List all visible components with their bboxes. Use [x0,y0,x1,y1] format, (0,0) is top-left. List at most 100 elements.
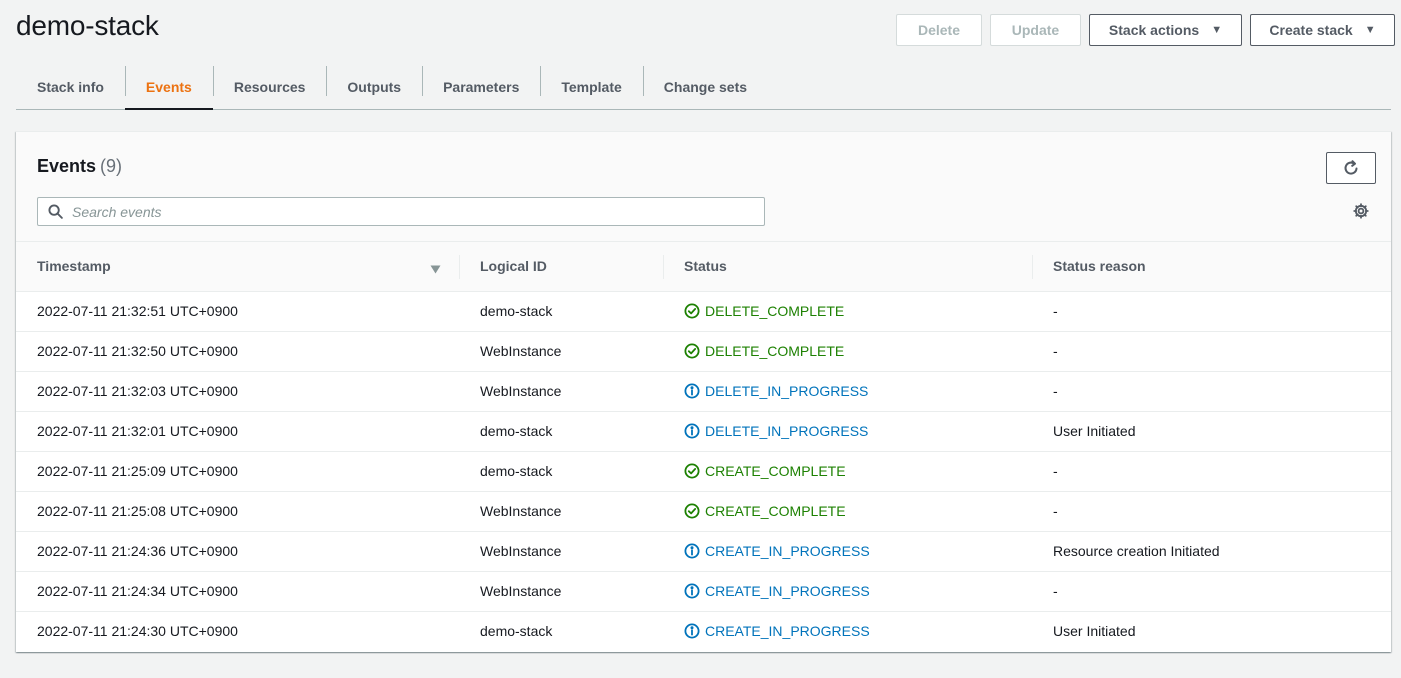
table-row: 2022-07-11 21:32:01 UTC+0900 demo-stack DE… [16,411,1391,452]
page-title: demo-stack [16,10,159,41]
status-text: CREATE_IN_PROGRESS [705,623,870,640]
info-circle-icon [684,623,700,639]
search-input[interactable] [72,203,732,220]
tab-outputs[interactable]: Outputs [326,64,422,109]
logical-id-cell: WebInstance [459,531,663,572]
status-text: DELETE_IN_PROGRESS [705,383,869,399]
tab-resources[interactable]: Resources [212,64,327,109]
status-badge: CREATE_IN_PROGRESS [684,543,1011,559]
logical-id-cell: WebInstance [459,571,663,612]
timestamp-cell: 2022-07-11 21:32:01 UTC+0900 [16,411,459,452]
table-row: 2022-07-11 21:24:30 UTC+0900 demo-stack CR… [16,611,1391,651]
status-badge: CREATE_IN_PROGRESS [684,623,1011,639]
tab-stack-info[interactable]: Stack info [16,64,125,109]
timestamp-cell: 2022-07-11 21:32:03 UTC+0900 [16,371,459,412]
tab-events[interactable]: Events [124,64,213,110]
delete-button[interactable]: Delete [896,14,982,46]
status-text: DELETE_COMPLETE [705,303,845,319]
column-header-status[interactable]: Status [663,242,1032,292]
tab-template[interactable]: Template [540,64,642,109]
status-reason-cell: Resource creation Initiated [1032,531,1391,572]
status-cell: CREATE_COMPLETE [663,491,1032,532]
status-text: DELETE_IN_PROGRESS [705,423,869,439]
create-stack-label: Create stack [1269,22,1353,38]
timestamp-cell: 2022-07-11 21:24:34 UTC+0900 [16,571,459,612]
status-text: CREATE_COMPLETE [705,463,846,479]
table-row: 2022-07-11 21:24:34 UTC+0900 WebInstance C… [16,571,1391,612]
table-header-row: Timestamp Logical ID Status Status reaso… [16,242,1391,292]
timestamp-cell: 2022-07-11 21:24:30 UTC+0900 [37,623,238,640]
status-badge: DELETE_IN_PROGRESS [684,383,1011,399]
gear-icon[interactable] [1353,203,1369,219]
timestamp-cell: 2022-07-11 21:32:51 UTC+0900 [16,291,459,332]
search-icon [48,204,63,219]
logical-id-cell: WebInstance [459,331,663,372]
table-row: 2022-07-11 21:25:09 UTC+0900 demo-stack CR… [16,451,1391,492]
events-panel: Events (9) Search events Timestamp Logic… [16,131,1391,652]
table-row: 2022-07-11 21:25:08 UTC+0900 WebInstance C… [16,491,1391,532]
status-cell: DELETE_COMPLETE [663,291,1032,332]
events-title: Events (9) [37,156,122,177]
column-header-label: Timestamp [37,258,111,275]
info-circle-icon [684,543,700,559]
check-circle-icon [684,343,700,359]
table-row: 2022-07-11 21:32:50 UTC+0900 WebInstance D… [16,331,1391,372]
timestamp-cell: 2022-07-11 21:25:08 UTC+0900 [16,491,459,532]
status-cell: CREATE_COMPLETE [663,451,1032,492]
logical-id-cell: demo-stack [459,411,663,452]
create-stack-button[interactable]: Create stack ▼ [1250,14,1395,46]
status-badge: CREATE_COMPLETE [684,503,1011,519]
status-badge: CREATE_IN_PROGRESS [684,583,1011,599]
info-circle-icon [684,423,700,439]
status-cell: DELETE_COMPLETE [663,331,1032,372]
caret-down-icon: ▼ [1211,24,1223,36]
status-badge: DELETE_COMPLETE [684,343,1011,359]
tab-change-sets[interactable]: Change sets [642,64,768,109]
table-row: 2022-07-11 21:32:51 UTC+0900 demo-stack DE… [16,291,1391,332]
status-badge: CREATE_COMPLETE [684,463,1011,479]
refresh-button[interactable] [1326,152,1376,184]
events-panel-header: Events (9) [16,132,1391,242]
caret-down-icon: ▼ [1364,24,1376,36]
status-cell: DELETE_IN_PROGRESS [663,411,1032,452]
status-reason-cell: - [1032,491,1391,532]
status-text: CREATE_COMPLETE [705,503,846,519]
table-row: 2022-07-11 21:32:03 UTC+0900 WebInstance D… [16,371,1391,412]
column-header-status-reason[interactable]: Status reason [1032,242,1391,292]
info-circle-icon [684,383,700,399]
stack-actions-label: Stack actions [1108,22,1200,38]
check-circle-icon [684,303,700,319]
status-reason-cell: - [1032,571,1391,612]
check-circle-icon [684,503,700,519]
logical-id-cell: demo-stack [459,291,663,332]
logical-id-cell: demo-stack [459,451,663,492]
status-text: DELETE_COMPLETE [705,343,845,359]
status-reason-cell: - [1032,371,1391,412]
status-badge: DELETE_IN_PROGRESS [684,423,1011,439]
update-button[interactable]: Update [990,14,1081,46]
search-field[interactable] [37,197,765,226]
timestamp-cell: 2022-07-11 21:32:50 UTC+0900 [16,331,459,372]
check-circle-icon [684,463,700,479]
status-cell: CREATE_IN_PROGRESS [663,611,1032,651]
events-table-body: 2022-07-11 21:32:51 UTC+0900 demo-stack DE… [16,291,1391,651]
timestamp-cell: 2022-07-11 21:25:09 UTC+0900 [16,451,459,492]
status-cell: CREATE_IN_PROGRESS [663,531,1032,572]
column-header-timestamp[interactable]: Timestamp [16,242,459,292]
status-cell: DELETE_IN_PROGRESS [663,371,1032,412]
status-reason-cell: - [1032,451,1391,492]
tab-parameters[interactable]: Parameters [422,64,540,109]
info-circle-icon [684,583,700,599]
status-badge: DELETE_COMPLETE [684,303,1011,319]
column-header-logical-id[interactable]: Logical ID [459,242,663,292]
tab-bar: Stack info Events Resources Outputs Para… [16,64,1391,110]
logical-id-cell: demo-stack [480,623,553,640]
header-actions: Delete Update Stack actions ▼ Create sta… [896,14,1395,46]
stack-actions-button[interactable]: Stack actions ▼ [1089,14,1242,46]
sort-down-icon[interactable] [430,261,441,277]
timestamp-cell: 2022-07-11 21:24:36 UTC+0900 [16,531,459,572]
table-row: 2022-07-11 21:24:36 UTC+0900 WebInstance C… [16,531,1391,572]
status-reason-cell: User Initiated [1032,411,1391,452]
refresh-icon [1343,160,1359,176]
status-reason-cell: - [1032,291,1391,332]
